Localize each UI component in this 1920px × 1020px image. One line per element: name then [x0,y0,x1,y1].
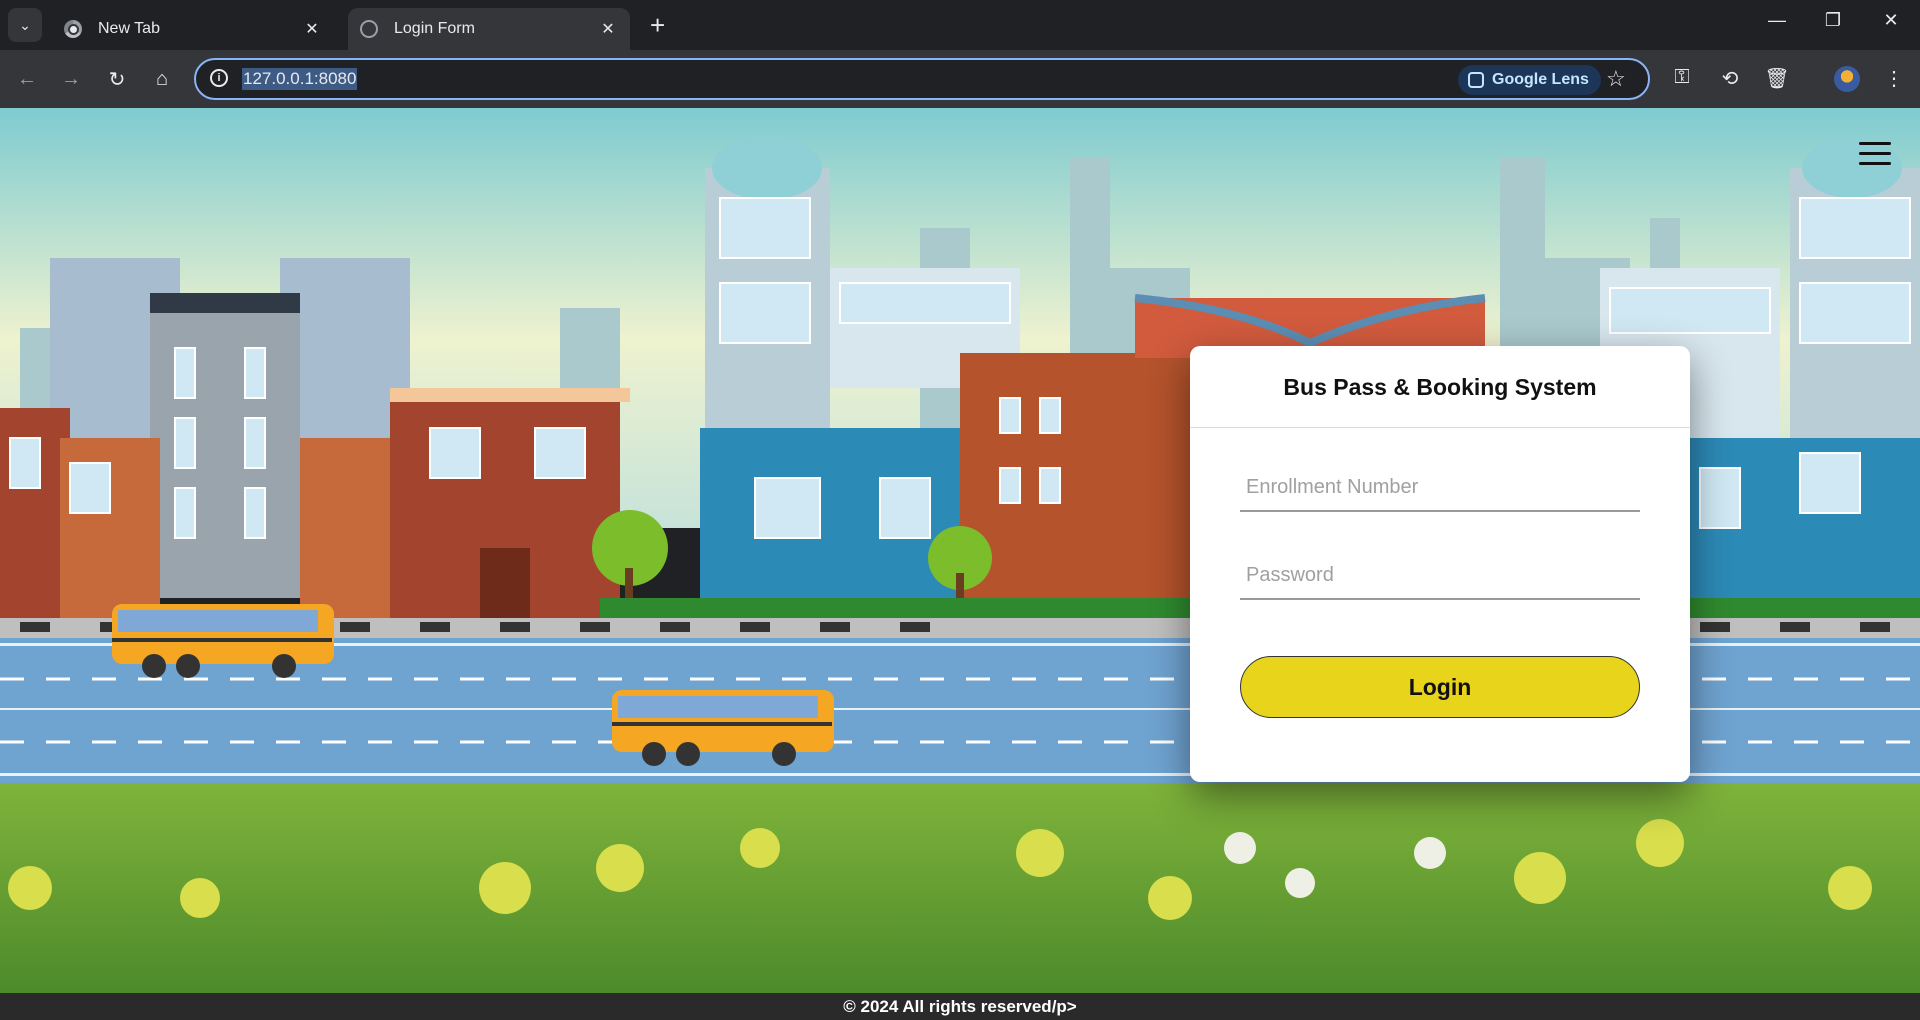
chevron-down-icon: ⌄ [19,16,31,33]
reload-icon: ↻ [108,68,126,91]
delete-icon[interactable]: 🗑 [1763,66,1791,91]
close-icon[interactable]: ✕ [302,19,322,39]
address-bar[interactable]: i 127.0.0.1:8080 Google Lens ☆ [194,58,1650,100]
lens-icon [1468,72,1484,88]
tab-strip: ⌄ New Tab ✕ Login Form ✕ + — ❐ ✕ [0,0,1920,50]
chrome-icon [64,20,82,38]
footer-copyright: © 2024 All rights reserved/p> [0,993,1920,1020]
bookmark-star-icon[interactable]: ☆ [1606,66,1626,92]
globe-icon [360,20,378,38]
tab-search-button[interactable]: ⌄ [8,8,42,42]
home-button[interactable]: ⌂ [147,64,177,94]
hamburger-menu-icon[interactable] [1859,142,1891,168]
close-icon[interactable]: ✕ [598,19,618,39]
back-button[interactable]: ← [12,64,42,94]
google-lens-label: Google Lens [1492,71,1589,88]
new-tab-button[interactable]: + [650,12,665,38]
google-lens-button[interactable]: Google Lens [1458,65,1601,95]
password-key-icon[interactable]: ⚿ [1668,66,1696,89]
arrow-left-icon: ← [17,67,37,90]
login-card: Bus Pass & Booking System Login [1190,346,1690,782]
minimize-button[interactable]: — [1762,10,1792,31]
password-field [1240,552,1640,600]
browser-toolbar: ← → ↻ ⌂ i 127.0.0.1:8080 Google Lens ☆ ⚿… [0,50,1920,108]
tab-title: New Tab [98,20,160,37]
login-button[interactable]: Login [1240,656,1640,718]
web-page: Bus Pass & Booking System Login © 2024 A… [0,108,1920,1020]
close-window-button[interactable]: ✕ [1876,10,1906,31]
history-icon[interactable]: ⟲ [1716,66,1744,91]
password-input[interactable] [1240,552,1640,598]
forward-button[interactable]: → [56,64,86,94]
tab-new-tab[interactable]: New Tab ✕ [52,8,334,50]
enrollment-number-input[interactable] [1240,464,1640,510]
reload-button[interactable]: ↻ [102,64,132,94]
site-info-icon[interactable]: i [210,69,228,87]
arrow-right-icon: → [61,67,81,90]
restore-button[interactable]: ❐ [1818,10,1848,31]
tab-title: Login Form [394,20,475,37]
tab-login-form[interactable]: Login Form ✕ [348,8,630,50]
url-text[interactable]: 127.0.0.1:8080 [242,68,358,90]
home-icon: ⌂ [155,67,169,90]
enrollment-field [1240,464,1640,512]
more-menu-icon[interactable]: ⋮ [1880,66,1908,91]
profile-avatar[interactable] [1834,66,1860,92]
login-title: Bus Pass & Booking System [1190,346,1690,428]
